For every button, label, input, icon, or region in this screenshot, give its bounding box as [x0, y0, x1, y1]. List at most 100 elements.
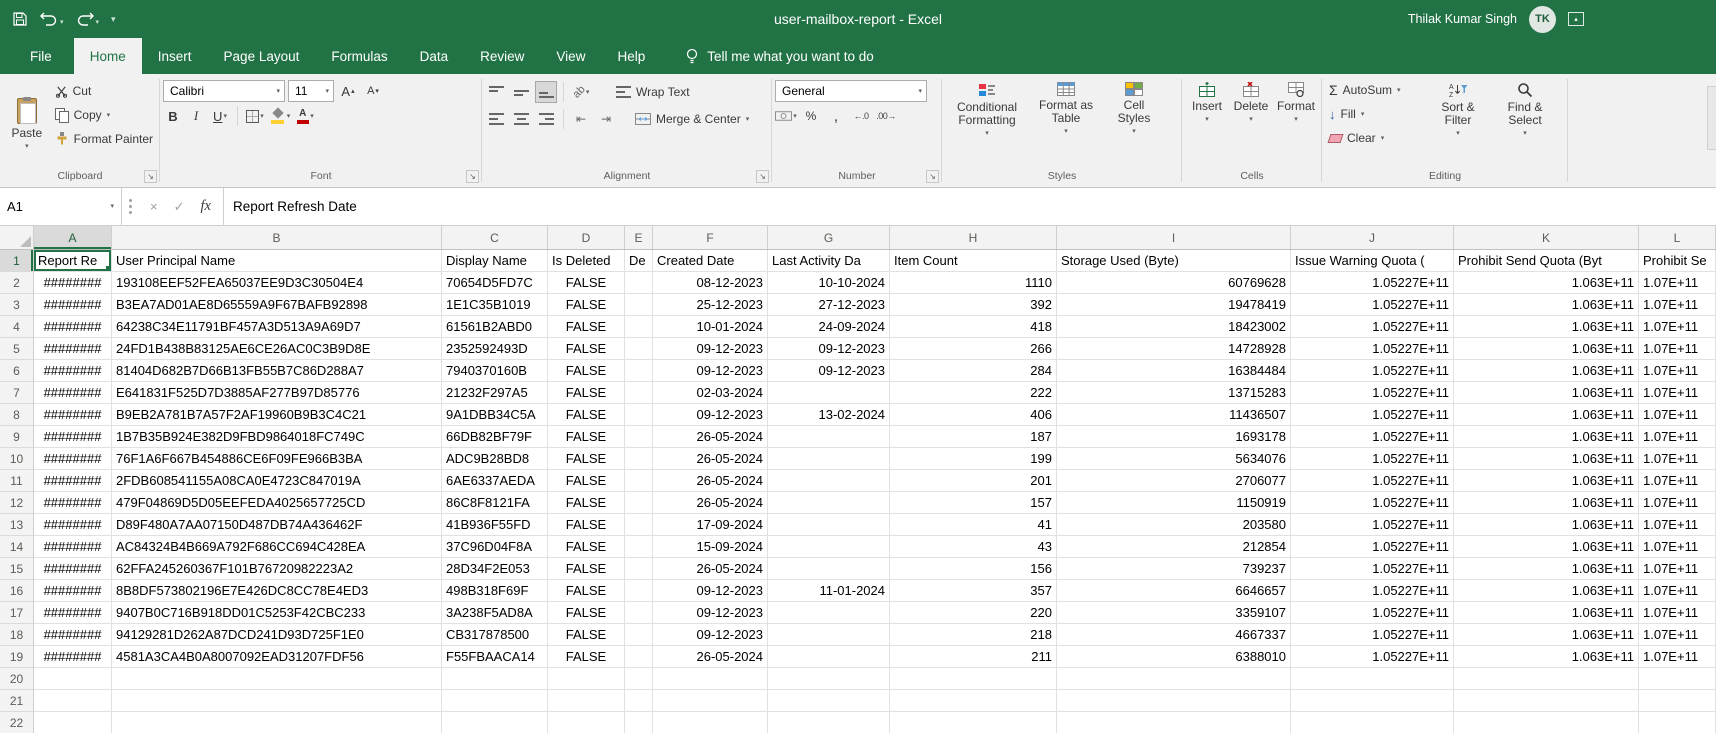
cell-F6[interactable]: 09-12-2023	[653, 360, 768, 382]
account-name[interactable]: Thilak Kumar Singh	[1408, 12, 1517, 26]
cell-I9[interactable]: 1693178	[1057, 426, 1291, 448]
row-header-8[interactable]: 8	[0, 404, 34, 426]
cell-J13[interactable]: 1.05227E+11	[1291, 514, 1454, 536]
cell-D15[interactable]: FALSE	[548, 558, 625, 580]
row-header-10[interactable]: 10	[0, 448, 34, 470]
row-header-13[interactable]: 13	[0, 514, 34, 536]
middle-align-button[interactable]	[510, 81, 532, 103]
cell-J15[interactable]: 1.05227E+11	[1291, 558, 1454, 580]
enter-icon[interactable]: ✓	[174, 199, 185, 215]
cell-H18[interactable]: 218	[890, 624, 1057, 646]
cell-I6[interactable]: 16384484	[1057, 360, 1291, 382]
cell-H8[interactable]: 406	[890, 404, 1057, 426]
row-header-3[interactable]: 3	[0, 294, 34, 316]
cell-D9[interactable]: FALSE	[548, 426, 625, 448]
cell-H15[interactable]: 156	[890, 558, 1057, 580]
name-box[interactable]: A1 ▾	[0, 188, 122, 225]
cell-F4[interactable]: 10-01-2024	[653, 316, 768, 338]
cell-K7[interactable]: 1.063E+11	[1454, 382, 1639, 404]
cell-H1[interactable]: Item Count	[890, 250, 1057, 272]
cell-B10[interactable]: 76F1A6F667B454886CE6F09FE966B3BA	[112, 448, 442, 470]
cell-A15[interactable]: ########	[34, 558, 112, 580]
cell-B8[interactable]: B9EB2A781B7A57F2AF19960B9B3C4C21	[112, 404, 442, 426]
cell-B22[interactable]	[112, 712, 442, 733]
cell-E7[interactable]	[625, 382, 653, 404]
tab-home[interactable]: Home	[74, 38, 142, 74]
ribbon-display-options-icon[interactable]: ▴	[1568, 12, 1584, 26]
cell-F7[interactable]: 02-03-2024	[653, 382, 768, 404]
cell-J19[interactable]: 1.05227E+11	[1291, 646, 1454, 668]
cell-E4[interactable]	[625, 316, 653, 338]
row-header-1[interactable]: 1	[0, 250, 34, 272]
cell-L13[interactable]: 1.07E+11	[1639, 514, 1716, 536]
cell-I14[interactable]: 212854	[1057, 536, 1291, 558]
row-header-7[interactable]: 7	[0, 382, 34, 404]
cell-H13[interactable]: 41	[890, 514, 1057, 536]
clear-button[interactable]: Clear ▾	[1325, 126, 1425, 150]
cell-L12[interactable]: 1.07E+11	[1639, 492, 1716, 514]
cell-F18[interactable]: 09-12-2023	[653, 624, 768, 646]
cell-K6[interactable]: 1.063E+11	[1454, 360, 1639, 382]
cell-L9[interactable]: 1.07E+11	[1639, 426, 1716, 448]
find-select-dropdown-icon[interactable]: ▾	[1523, 130, 1527, 137]
bottom-align-button[interactable]	[535, 81, 557, 103]
cell-L6[interactable]: 1.07E+11	[1639, 360, 1716, 382]
cell-J17[interactable]: 1.05227E+11	[1291, 602, 1454, 624]
cell-A18[interactable]: ########	[34, 624, 112, 646]
top-align-button[interactable]	[485, 81, 507, 103]
cell-H22[interactable]	[890, 712, 1057, 733]
cell-E19[interactable]	[625, 646, 653, 668]
cell-H12[interactable]: 157	[890, 492, 1057, 514]
find-select-button[interactable]: Find & Select ▾	[1491, 77, 1559, 168]
cell-E3[interactable]	[625, 294, 653, 316]
cell-F21[interactable]	[653, 690, 768, 712]
copy-button[interactable]: Copy ▾	[51, 103, 157, 127]
cell-A9[interactable]: ########	[34, 426, 112, 448]
row-header-11[interactable]: 11	[0, 470, 34, 492]
cell-B20[interactable]	[112, 668, 442, 690]
cell-J10[interactable]: 1.05227E+11	[1291, 448, 1454, 470]
cell-F8[interactable]: 09-12-2023	[653, 404, 768, 426]
cell-B11[interactable]: 2FDB608541155A08CA0E4723C847019A	[112, 470, 442, 492]
cell-F14[interactable]: 15-09-2024	[653, 536, 768, 558]
fill-button[interactable]: ↓ Fill ▾	[1325, 102, 1425, 126]
cell-E22[interactable]	[625, 712, 653, 733]
cell-G22[interactable]	[768, 712, 890, 733]
cell-E17[interactable]	[625, 602, 653, 624]
cell-C16[interactable]: 498B318F69F	[442, 580, 548, 602]
cell-K4[interactable]: 1.063E+11	[1454, 316, 1639, 338]
cell-G16[interactable]: 11-01-2024	[768, 580, 890, 602]
tab-file[interactable]: File	[8, 38, 74, 74]
cell-F5[interactable]: 09-12-2023	[653, 338, 768, 360]
cell-J12[interactable]: 1.05227E+11	[1291, 492, 1454, 514]
format-cells-dropdown-icon[interactable]: ▾	[1294, 116, 1298, 123]
clear-dropdown-icon[interactable]: ▾	[1381, 135, 1385, 142]
undo-button[interactable]: ▾	[40, 12, 64, 26]
delete-cells-button[interactable]: Delete ▾	[1229, 77, 1273, 168]
column-header-E[interactable]: E	[625, 226, 653, 249]
cell-C18[interactable]: CB317878500	[442, 624, 548, 646]
cell-K12[interactable]: 1.063E+11	[1454, 492, 1639, 514]
avatar[interactable]: TK	[1529, 6, 1556, 33]
fill-color-button[interactable]: ▾	[269, 105, 291, 127]
cell-H20[interactable]	[890, 668, 1057, 690]
cell-E11[interactable]	[625, 470, 653, 492]
cell-I7[interactable]: 13715283	[1057, 382, 1291, 404]
cut-button[interactable]: Cut	[51, 79, 157, 103]
cell-H7[interactable]: 222	[890, 382, 1057, 404]
cell-D10[interactable]: FALSE	[548, 448, 625, 470]
cell-F20[interactable]	[653, 668, 768, 690]
cell-L2[interactable]: 1.07E+11	[1639, 272, 1716, 294]
cell-F9[interactable]: 26-05-2024	[653, 426, 768, 448]
cell-K16[interactable]: 1.063E+11	[1454, 580, 1639, 602]
cell-E5[interactable]	[625, 338, 653, 360]
redo-dropdown-icon[interactable]: ▾	[96, 19, 100, 26]
cell-D8[interactable]: FALSE	[548, 404, 625, 426]
cell-I8[interactable]: 11436507	[1057, 404, 1291, 426]
cell-L8[interactable]: 1.07E+11	[1639, 404, 1716, 426]
cell-I19[interactable]: 6388010	[1057, 646, 1291, 668]
cell-A17[interactable]: ########	[34, 602, 112, 624]
cell-C10[interactable]: ADC9B28BD8	[442, 448, 548, 470]
cell-J7[interactable]: 1.05227E+11	[1291, 382, 1454, 404]
cell-A5[interactable]: ########	[34, 338, 112, 360]
